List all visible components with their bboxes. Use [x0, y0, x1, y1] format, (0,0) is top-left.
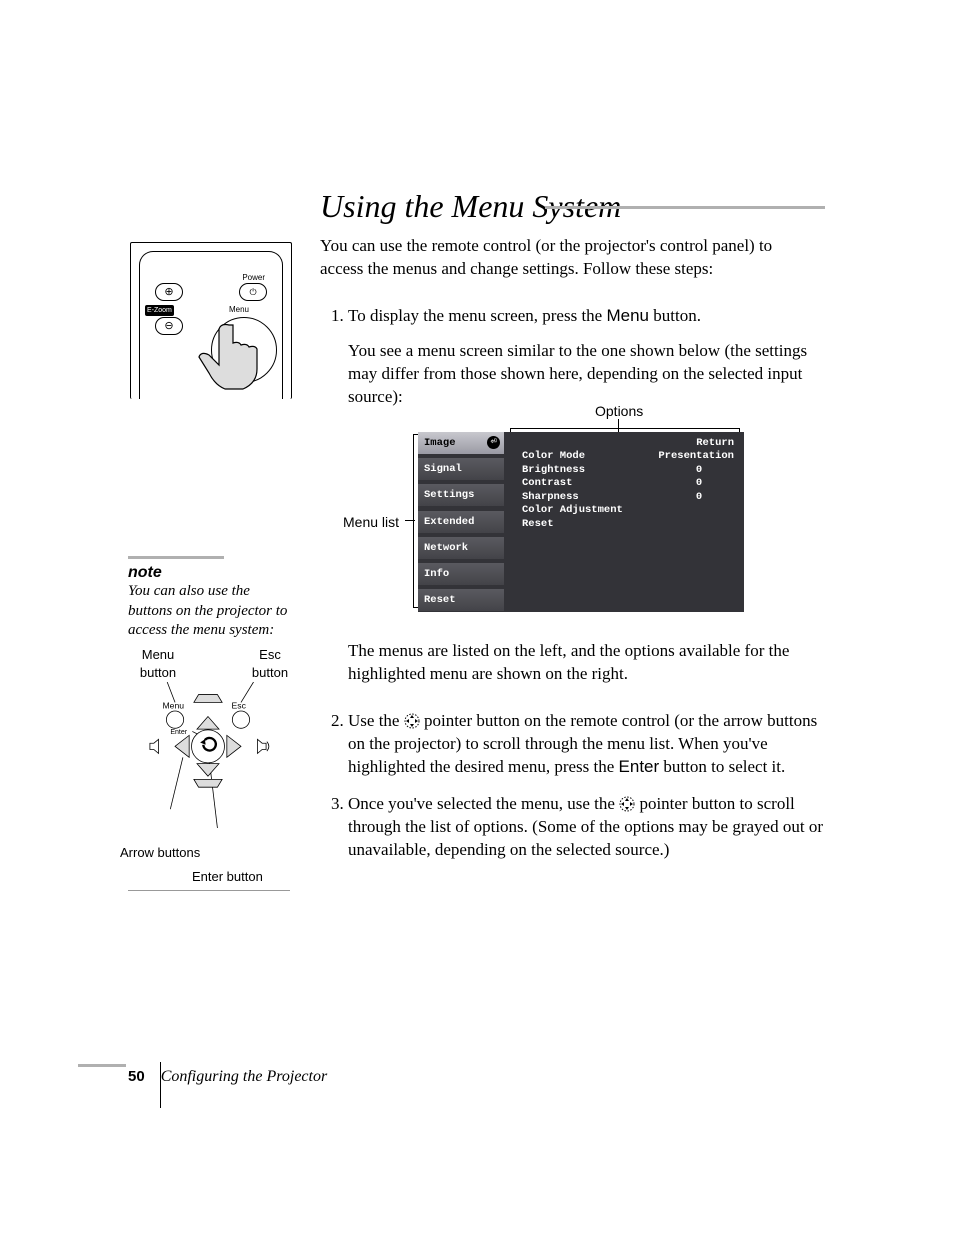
svg-text:Enter: Enter — [170, 729, 187, 736]
footer-rule — [78, 1064, 126, 1067]
osd-menu-item: Reset — [418, 589, 504, 611]
pointer-icon — [619, 796, 635, 812]
after-figure-paragraph: The menus are listed on the left, and th… — [348, 640, 806, 686]
osd-menu-item: Signal — [418, 458, 504, 480]
ezoom-label: E-Zoom — [145, 305, 174, 316]
panel-menu-label: Menu — [162, 701, 184, 711]
pointer-icon — [404, 713, 420, 729]
control-panel-svg: Menu Esc Enter — [120, 682, 296, 828]
menulist-callout-label: Menu list — [343, 513, 399, 532]
page-footer: 50 Configuring the Projector — [128, 1066, 327, 1088]
step-2-a: Use the — [348, 711, 404, 730]
osd-option-row: Reset — [522, 518, 734, 532]
step-3-a: Once you've selected the menu, use the — [348, 794, 619, 813]
menu-button-ref: Menu — [606, 306, 649, 325]
osd-option-row: Color ModePresentation — [522, 450, 734, 464]
zoom-out-icon: ⊖ — [155, 317, 183, 335]
hand-icon — [191, 321, 271, 397]
osd-return: Return — [522, 436, 734, 450]
power-button-icon: ⏻ — [239, 283, 267, 301]
menu-label: Menu — [229, 305, 249, 316]
enter-button-callout: Enter button — [192, 868, 263, 886]
osd-menu-item: Settings — [418, 484, 504, 506]
step-1: To display the menu screen, press the Me… — [348, 305, 838, 409]
step-1-sub: You see a menu screen similar to the one… — [348, 340, 838, 409]
osd-menu-item: Info — [418, 563, 504, 585]
options-callout-label: Options — [595, 402, 643, 421]
intro-paragraph: You can use the remote control (or the p… — [320, 235, 800, 281]
note-rule — [128, 556, 224, 559]
step-1-text-a: To display the menu screen, press the — [348, 306, 606, 325]
osd-menu-item: Extended — [418, 511, 504, 533]
osd-option-row: Contrast0 — [522, 477, 734, 491]
osd-option-row: Sharpness0 — [522, 491, 734, 505]
osd-option-row: Brightness0 — [522, 464, 734, 478]
arrow-buttons-callout: Arrow buttons — [120, 844, 200, 862]
zoom-in-icon: ⊕ — [155, 283, 183, 301]
footer-margin-line — [160, 1062, 161, 1108]
step-2-c: button to select it. — [659, 757, 785, 776]
note-end-rule — [128, 890, 290, 891]
menu-button-callout: Menu button — [128, 646, 188, 681]
osd-menu-item: Network — [418, 537, 504, 559]
note-body: You can also use the buttons on the proj… — [128, 582, 296, 641]
step-1-text-b: button. — [649, 306, 701, 325]
heading-rule — [545, 206, 825, 209]
enter-button-ref: Enter — [619, 757, 660, 776]
remote-illustration: Power ⏻ ⊕ E-Zoom ⊖ Menu — [130, 242, 292, 399]
osd-menu-screenshot: Image Signal Settings Extended Network Info Re… — [418, 432, 744, 612]
step-2: Use the pointer button on the remote con… — [348, 710, 838, 779]
note-heading: note — [128, 562, 162, 584]
panel-esc-label: Esc — [232, 701, 247, 711]
esc-button-callout: Esc button — [240, 646, 300, 681]
page-number: 50 — [128, 1068, 145, 1085]
osd-menu-item: Image — [418, 432, 504, 454]
osd-option-row: Color Adjustment — [522, 504, 734, 518]
footer-chapter-title: Configuring the Projector — [161, 1068, 328, 1085]
step-3: Once you've selected the menu, use the p… — [348, 793, 838, 862]
